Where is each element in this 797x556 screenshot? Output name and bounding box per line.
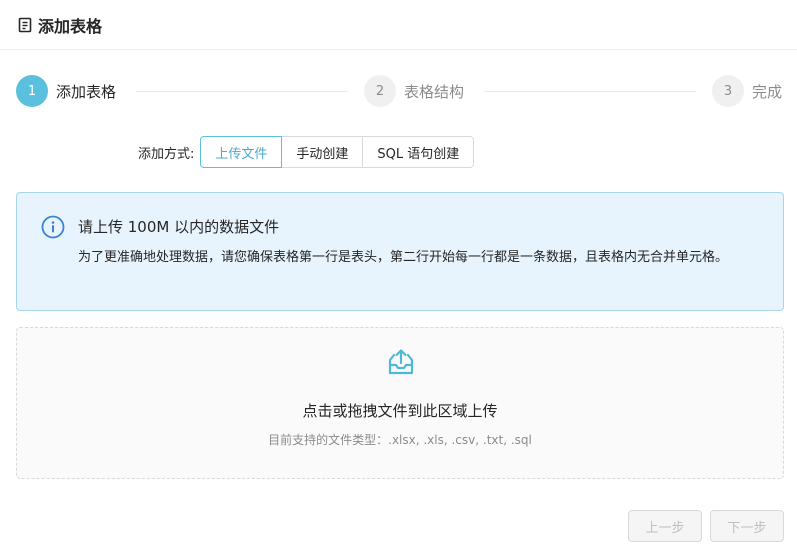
page-header: 添加表格 [0,0,797,50]
document-icon [18,17,32,33]
manual-create-option[interactable]: 手动创建 [281,136,364,168]
info-description: 为了更准确地处理数据，请您确保表格第一行是表头，第二行开始每一行都是一条数据，且… [78,250,729,265]
step-3: 3 完成 [712,75,782,107]
add-method-row: 添加方式: 上传文件 手动创建 SQL 语句创建 [138,136,475,168]
dropzone-hint: 目前支持的文件类型：.xlsx, .xls, .csv, .txt, .sql [268,433,532,447]
step-2-number: 2 [364,75,396,107]
add-method-label: 添加方式: [138,146,195,162]
next-step-button[interactable]: 下一步 [710,510,784,542]
step-1: 1 添加表格 [16,75,116,107]
prev-step-button[interactable]: 上一步 [628,510,702,542]
dropzone-text: 点击或拖拽文件到此区域上传 [302,402,498,420]
step-2-label: 表格结构 [404,82,465,101]
step-divider-2 [484,91,696,92]
step-1-number: 1 [16,75,48,107]
step-3-number: 3 [712,75,744,107]
upload-info-alert: 请上传 100M 以内的数据文件 为了更准确地处理数据，请您确保表格第一行是表头… [16,192,784,311]
add-method-selector: 上传文件 手动创建 SQL 语句创建 [200,136,475,168]
file-upload-dropzone[interactable]: 点击或拖拽文件到此区域上传 目前支持的文件类型：.xlsx, .xls, .cs… [16,327,784,479]
upload-file-option[interactable]: 上传文件 [200,136,283,168]
step-1-label: 添加表格 [56,82,117,101]
step-divider-1 [136,91,348,92]
step-progress: 1 添加表格 2 表格结构 3 完成 [16,75,784,107]
page-title: 添加表格 [38,16,103,36]
step-3-label: 完成 [752,82,783,101]
info-title: 请上传 100M 以内的数据文件 [78,218,280,236]
info-icon [41,215,65,239]
sql-create-option[interactable]: SQL 语句创建 [362,136,475,168]
upload-inbox-icon [385,346,417,378]
step-2: 2 表格结构 [364,75,464,107]
